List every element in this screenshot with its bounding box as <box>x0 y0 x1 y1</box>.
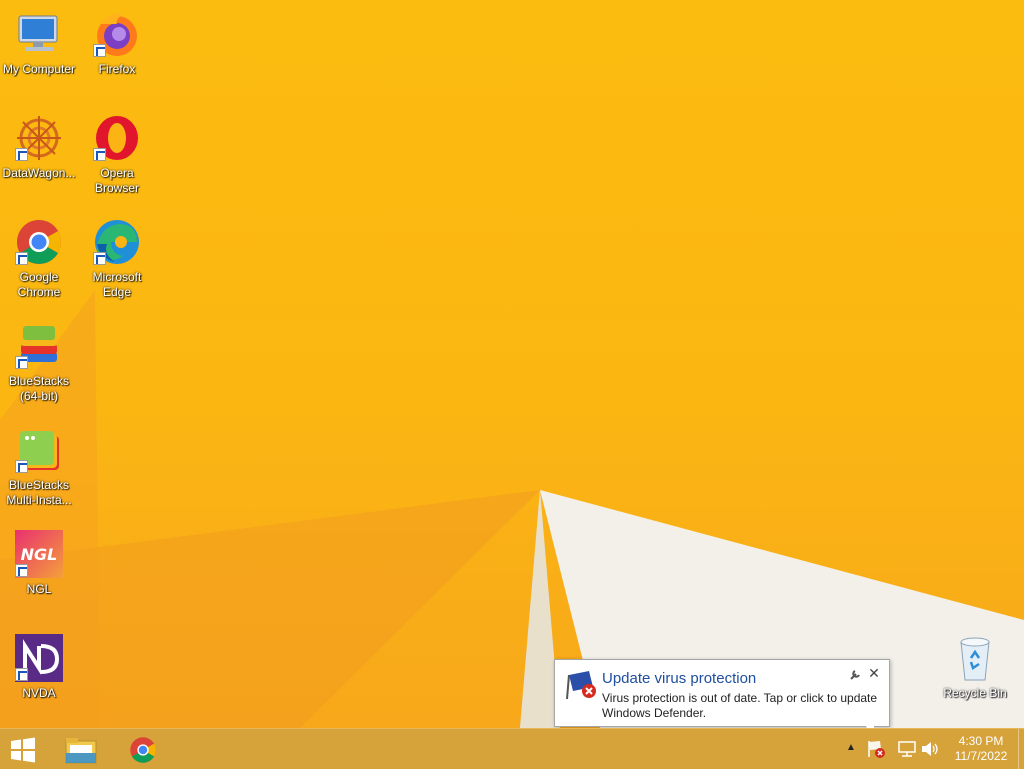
shortcut-arrow-icon <box>93 252 106 265</box>
notification-body: Virus protection is out of date. Tap or … <box>602 691 878 720</box>
desktop-icon-datawagon[interactable]: DataWagon... <box>0 108 78 208</box>
desktop-icon-firefox[interactable]: Firefox <box>78 4 156 104</box>
shortcut-arrow-icon <box>15 564 28 577</box>
close-icon[interactable]: ✕ <box>867 666 881 680</box>
notification-title: Update virus protection <box>602 670 757 687</box>
desktop-icon-label: Microsoft Edge <box>92 270 142 299</box>
shortcut-arrow-icon <box>93 148 106 161</box>
wrench-icon[interactable] <box>849 669 861 681</box>
desktop-icon-nvda[interactable]: NVDA <box>0 628 78 728</box>
desktop-icon-label: Google Chrome <box>17 270 61 299</box>
virus-protection-notification[interactable]: Update virus protection Virus protection… <box>554 659 890 727</box>
desktop-icon-label: Opera Browser <box>94 166 139 195</box>
show-hidden-icons-chevron-icon[interactable]: ▲ <box>844 741 858 755</box>
desktop-icon-label: Firefox <box>98 62 136 76</box>
desktop[interactable]: My Computer DataWagon... Google Chrome B… <box>0 0 1024 728</box>
windows-start-icon[interactable] <box>8 735 38 765</box>
shortcut-arrow-icon <box>93 44 106 57</box>
taskbar: ▲ 4:30 PM 11/7/2022 <box>0 728 1024 769</box>
defender-tray-icon[interactable] <box>866 739 886 759</box>
desktop-icon-opera[interactable]: Opera Browser <box>78 108 156 208</box>
desktop-icon-edge[interactable]: Microsoft Edge <box>78 212 156 312</box>
shortcut-arrow-icon <box>15 356 28 369</box>
clock-time: 4:30 PM <box>958 734 1004 748</box>
shortcut-arrow-icon <box>15 252 28 265</box>
recycle-bin-icon <box>960 637 990 681</box>
ngl-logo-text: NGL <box>21 545 58 564</box>
clock[interactable]: 4:30 PM 11/7/2022 <box>948 734 1014 764</box>
clock-date: 11/7/2022 <box>954 749 1008 763</box>
shortcut-arrow-icon <box>15 668 28 681</box>
shortcut-arrow-icon <box>15 460 28 473</box>
desktop-icon-bluestacks-multi[interactable]: BlueStacks Multi-Insta... <box>0 420 78 520</box>
desktop-icon-label: NVDA <box>22 686 56 700</box>
network-icon[interactable] <box>897 739 917 759</box>
desktop-icon-chrome[interactable]: Google Chrome <box>0 212 78 312</box>
defender-warning-icon <box>566 671 596 700</box>
desktop-icon-bluestacks[interactable]: BlueStacks (64-bit) <box>0 316 78 416</box>
desktop-icon-label: NGL <box>26 582 52 596</box>
desktop-icon-label: My Computer <box>2 62 76 76</box>
shortcut-arrow-icon <box>15 148 28 161</box>
desktop-icon-label: BlueStacks Multi-Insta... <box>6 478 72 507</box>
show-desktop-button[interactable] <box>1018 729 1024 769</box>
desktop-icon-ngl[interactable]: NGL NGL <box>0 524 78 624</box>
desktop-icon-label: DataWagon... <box>2 166 76 180</box>
desktop-icon-label: BlueStacks (64-bit) <box>8 374 70 403</box>
chrome-taskbar-icon[interactable] <box>125 733 161 767</box>
volume-icon[interactable] <box>920 739 940 759</box>
file-explorer-icon[interactable] <box>62 733 100 767</box>
computer-icon <box>18 15 58 51</box>
desktop-icon-recycle-bin[interactable]: Recycle Bin <box>936 628 1014 728</box>
desktop-icon-my-computer[interactable]: My Computer <box>0 4 78 104</box>
desktop-icon-label: Recycle Bin <box>943 686 1007 700</box>
